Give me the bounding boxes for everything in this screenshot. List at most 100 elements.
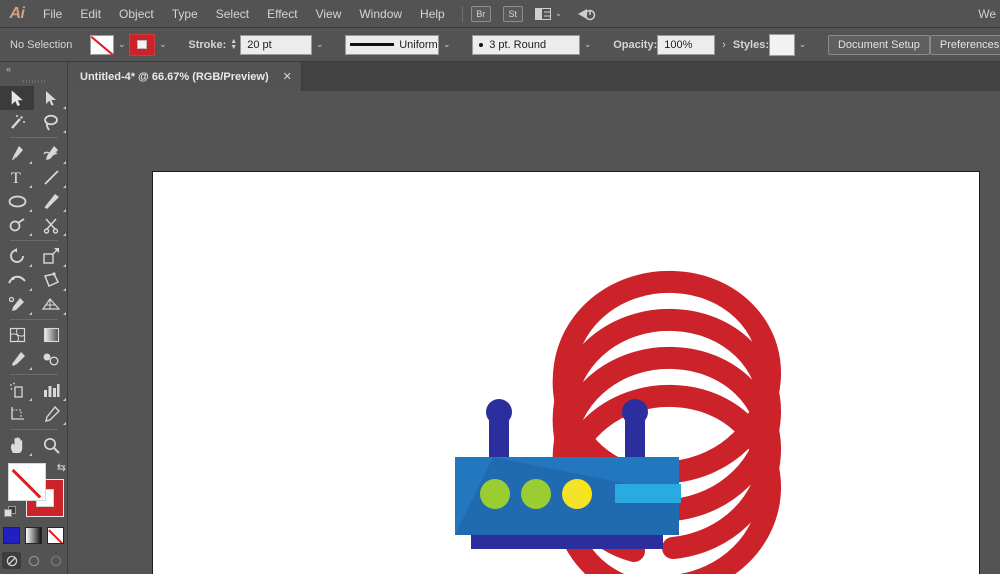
stroke-chevron-down-icon[interactable]: ⌄	[155, 35, 170, 55]
illustrator-window: Ai File Edit Object Type Select Effect V…	[0, 0, 1000, 574]
menu-help[interactable]: Help	[411, 0, 454, 28]
pen-tool[interactable]	[0, 141, 34, 165]
toolbar-drag-handle[interactable]	[0, 76, 67, 86]
workspace-label: We	[978, 6, 996, 21]
arrange-documents-icon[interactable]	[534, 7, 551, 20]
styles-chevron-down-icon[interactable]: ⌄	[795, 35, 810, 55]
column-graph-tool[interactable]	[34, 378, 68, 402]
type-tool[interactable]: T	[0, 165, 34, 189]
fill-swatch[interactable]	[90, 34, 115, 55]
scale-tool[interactable]	[34, 244, 68, 268]
symbol-sprayer-tool[interactable]	[0, 378, 34, 402]
full-screen-mode[interactable]	[46, 552, 65, 569]
uniform-profile-icon	[350, 43, 395, 46]
swap-fill-stroke-icon[interactable]: ⇆	[57, 461, 66, 474]
opacity-expand-icon[interactable]: ›	[722, 39, 726, 51]
brush-definition-select[interactable]: 3 pt. Round	[472, 34, 581, 55]
eyedropper-tool[interactable]	[0, 347, 34, 371]
document-setup-button[interactable]: Document Setup	[827, 34, 930, 55]
sync-settings-icon[interactable]	[576, 6, 596, 22]
stroke-profile-select[interactable]: Uniform	[345, 34, 440, 55]
menu-select[interactable]: Select	[207, 0, 258, 28]
free-transform-tool[interactable]	[34, 268, 68, 292]
menu-effect[interactable]: Effect	[258, 0, 306, 28]
canvas-area[interactable]	[68, 91, 1000, 574]
led-green-2	[521, 479, 551, 509]
full-screen-menu-mode[interactable]	[24, 552, 43, 569]
stroke-weight-stepper[interactable]: ▲ ▼	[230, 38, 237, 51]
app-logo: Ai	[9, 4, 26, 22]
router-status-leds	[480, 479, 592, 509]
stroke-profile-label: Uniform	[399, 38, 438, 51]
color-button[interactable]	[3, 527, 20, 544]
styles-label[interactable]: Styles:	[733, 39, 769, 51]
artboard-tool[interactable]	[0, 402, 34, 426]
menu-object[interactable]: Object	[110, 0, 163, 28]
tool-divider	[0, 134, 68, 141]
menu-edit[interactable]: Edit	[71, 0, 110, 28]
stroke-label[interactable]: Stroke:	[188, 39, 226, 51]
opacity-label[interactable]: Opacity:	[613, 39, 657, 51]
tool-divider	[0, 316, 68, 323]
selection-tool[interactable]	[0, 86, 34, 110]
artboard[interactable]	[152, 171, 980, 574]
lasso-tool[interactable]	[34, 110, 68, 134]
width-tool[interactable]	[0, 268, 34, 292]
fill-stroke-controls: ⇆	[0, 461, 68, 521]
magic-wand-tool[interactable]	[0, 110, 34, 134]
menu-view[interactable]: View	[307, 0, 351, 28]
router-display-panel	[615, 484, 681, 503]
menu-window[interactable]: Window	[350, 0, 411, 28]
stroke-profile-chevron-down-icon[interactable]: ⌄	[439, 35, 454, 55]
stroke-weight-chevron-down-icon[interactable]: ⌄	[312, 35, 327, 55]
close-icon[interactable]: ✕	[283, 70, 292, 83]
tool-divider	[0, 426, 68, 433]
stroke-swatch[interactable]	[129, 33, 156, 56]
menu-bar: Ai File Edit Object Type Select Effect V…	[0, 0, 1000, 28]
blend-tool[interactable]	[34, 347, 68, 371]
collapse-panel-icon[interactable]: «	[0, 62, 67, 76]
stock-button[interactable]: St	[502, 5, 523, 22]
gradient-button[interactable]	[25, 527, 42, 544]
paintbrush-tool[interactable]	[34, 189, 68, 213]
rotate-tool[interactable]	[0, 244, 34, 268]
menu-file[interactable]: File	[34, 0, 71, 28]
bridge-button[interactable]: Br	[470, 5, 491, 22]
brush-preview-icon	[479, 42, 484, 47]
brush-chevron-down-icon[interactable]: ⌄	[580, 35, 595, 55]
opacity-input[interactable]: 100%	[657, 34, 716, 55]
led-green-1	[480, 479, 510, 509]
color-mode-buttons	[0, 527, 67, 544]
shaper-tool[interactable]	[0, 213, 34, 237]
menu-type[interactable]: Type	[163, 0, 207, 28]
menu-divider	[461, 5, 463, 22]
perspective-grid-tool[interactable]	[34, 292, 68, 316]
document-tab[interactable]: Untitled-4* @ 66.67% (RGB/Preview) ✕	[68, 62, 302, 91]
tool-grid: T	[0, 86, 68, 457]
zoom-tool[interactable]	[34, 433, 68, 457]
mesh-tool[interactable]	[0, 323, 34, 347]
none-button[interactable]	[47, 527, 64, 544]
preferences-button[interactable]: Preferences	[929, 34, 1000, 55]
gradient-tool[interactable]	[34, 323, 68, 347]
tool-divider	[0, 237, 68, 244]
direct-selection-tool[interactable]	[34, 86, 68, 110]
hand-tool[interactable]	[0, 433, 34, 457]
arrange-chevron-down-icon[interactable]: ⌄	[555, 8, 563, 19]
ellipse-tool[interactable]	[0, 189, 34, 213]
fill-none-swatch[interactable]	[8, 463, 46, 501]
shape-builder-tool[interactable]	[0, 292, 34, 316]
tools-panel: « T ⇆	[0, 62, 68, 574]
slice-tool[interactable]	[34, 402, 68, 426]
fill-chevron-down-icon[interactable]: ⌄	[114, 35, 129, 55]
document-tab-title: Untitled-4* @ 66.67% (RGB/Preview)	[80, 70, 269, 83]
control-bar: No Selection ⌄ ⌄ Stroke: ▲ ▼ 20 pt ⌄ Unif…	[0, 28, 1000, 62]
workspace-switcher[interactable]: We	[968, 7, 1000, 21]
line-segment-tool[interactable]	[34, 165, 68, 189]
scissors-tool[interactable]	[34, 213, 68, 237]
graphic-style-swatch[interactable]	[768, 33, 795, 56]
stroke-weight-input[interactable]: 20 pt	[240, 34, 313, 55]
curvature-tool[interactable]	[34, 141, 68, 165]
default-fill-stroke-icon[interactable]	[4, 506, 17, 519]
normal-screen-mode[interactable]	[2, 552, 21, 569]
